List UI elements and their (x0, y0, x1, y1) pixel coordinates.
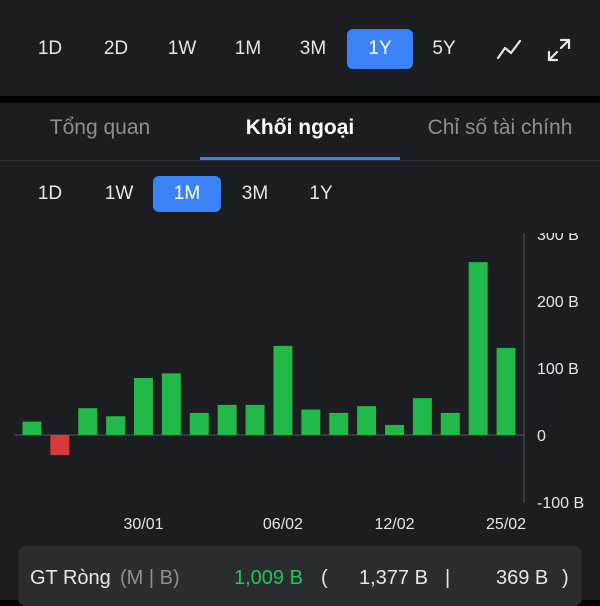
bar (134, 378, 153, 435)
summary-open-paren: ( (321, 567, 328, 589)
bar (357, 406, 377, 435)
bar (217, 404, 237, 435)
bar (412, 398, 432, 435)
range-1d-button[interactable]: 1D (30, 29, 70, 69)
x-tick-label: 06/02 (263, 516, 303, 533)
line-chart-icon[interactable] (495, 36, 523, 64)
sub-range-1w-button[interactable]: 1W (96, 176, 142, 212)
x-tick-label: 25/02 (486, 516, 526, 533)
net-value-summary: GT Ròng (M | B) 1,009 B ( 1,377 B | 369 … (18, 546, 582, 606)
bar (301, 409, 321, 435)
time-range-bar: 1D 2D 1W 1M 3M 1Y 5Y (0, 0, 600, 96)
bar (496, 347, 516, 435)
expand-icon[interactable] (545, 36, 573, 64)
bar (50, 435, 70, 456)
summary-sell-value: 369 B (496, 567, 549, 589)
y-tick-label: 0 (537, 428, 546, 445)
sub-range-1y-button[interactable]: 1Y (298, 176, 344, 212)
range-1m-button[interactable]: 1M (226, 29, 270, 69)
tab-overview[interactable]: Tổng quan (0, 103, 200, 159)
range-1w-button[interactable]: 1W (160, 29, 204, 69)
bar (440, 412, 460, 435)
summary-buy-value: 1,377 B (359, 567, 428, 589)
range-5y-button[interactable]: 5Y (422, 29, 466, 69)
bar (22, 421, 42, 435)
summary-unit: (M | B) (120, 567, 180, 589)
sub-range-1m-button[interactable]: 1M (153, 176, 221, 212)
x-tick-label: 30/01 (123, 516, 163, 533)
range-1y-button[interactable]: 1Y (347, 29, 413, 69)
x-tick-label: 12/02 (374, 516, 414, 533)
y-tick-label: 200 B (537, 294, 579, 311)
range-2d-button[interactable]: 2D (94, 29, 138, 69)
range-3m-button[interactable]: 3M (290, 29, 336, 69)
sub-range-3m-button[interactable]: 3M (232, 176, 278, 212)
bar (161, 373, 181, 435)
tab-divider (0, 160, 600, 161)
summary-label: GT Ròng (30, 567, 111, 589)
bar (189, 412, 209, 435)
bar (245, 404, 265, 435)
bar (273, 345, 293, 435)
summary-close-paren: ) (562, 567, 569, 589)
bar (468, 262, 488, 435)
y-tick-label: -100 B (537, 495, 584, 512)
tab-foreign-investors[interactable]: Khối ngoại (200, 103, 400, 159)
y-tick-label: 300 B (537, 233, 579, 244)
bar (106, 416, 126, 435)
tab-financial-ratios[interactable]: Chỉ số tài chính (400, 103, 600, 159)
bar (385, 424, 404, 435)
summary-net-value: 1,009 B (234, 567, 303, 589)
summary-separator: | (445, 567, 451, 589)
bar (329, 412, 349, 435)
bar (78, 408, 98, 435)
foreign-trading-panel: Tổng quan Khối ngoại Chỉ số tài chính 1D… (0, 103, 600, 606)
net-foreign-flow-chart: 300 B 200 B 100 B 0 -100 B 30/01 06/02 12/02 25/… (14, 233, 584, 533)
sub-range-1d-button[interactable]: 1D (28, 176, 72, 212)
y-tick-label: 100 B (537, 361, 579, 378)
